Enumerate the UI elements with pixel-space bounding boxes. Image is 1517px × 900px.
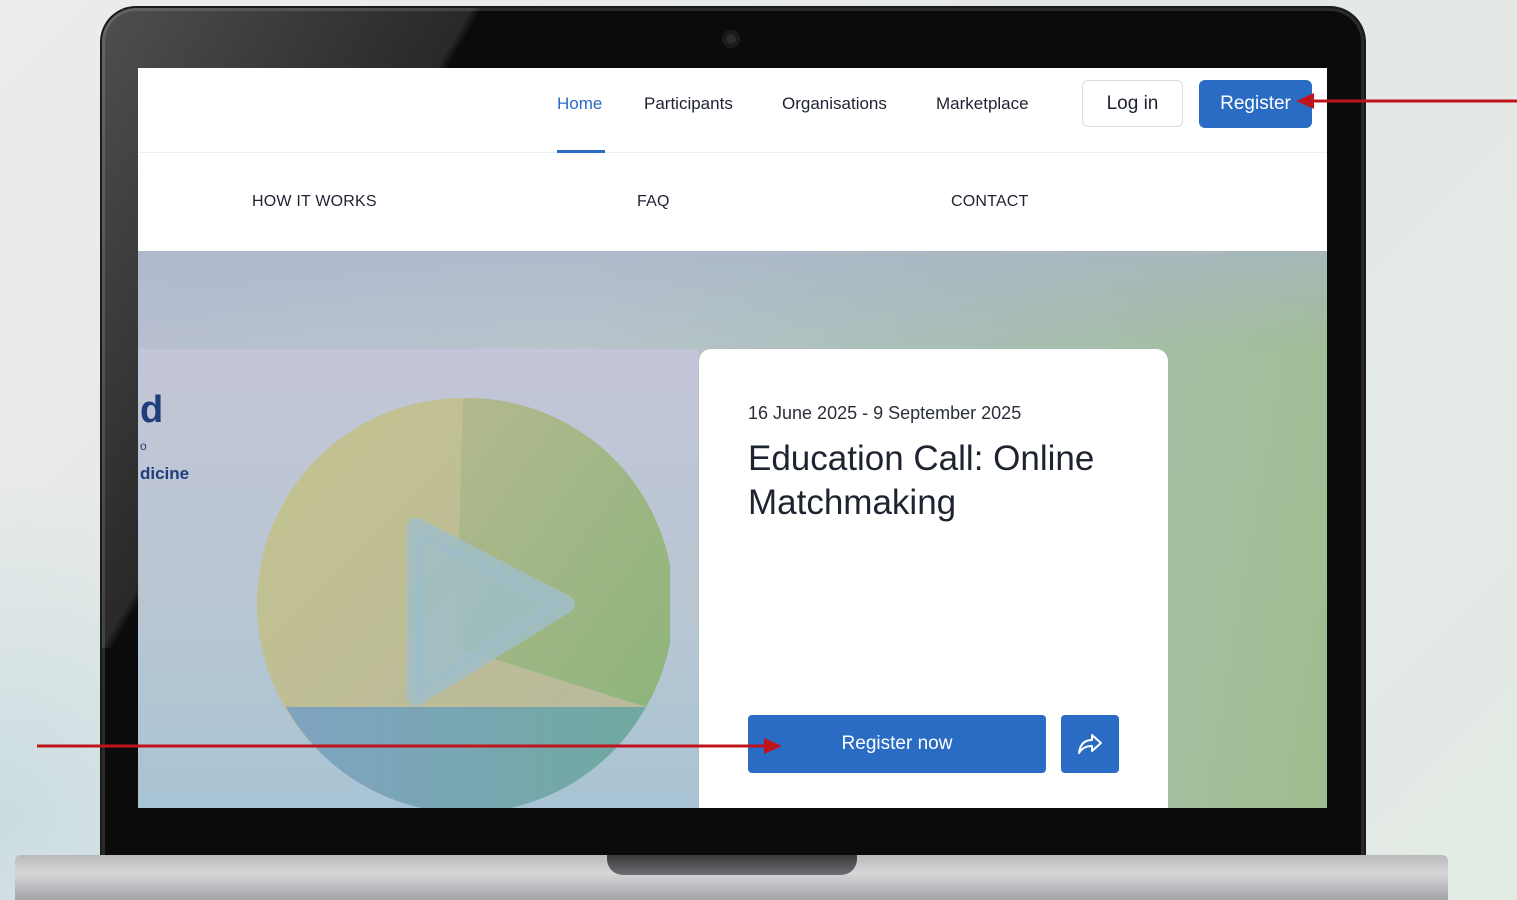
event-date-range: 16 June 2025 - 9 September 2025: [748, 403, 1022, 423]
laptop-lid: Home Participants Organisations Marketpl…: [102, 8, 1364, 868]
subnav-contact[interactable]: CONTACT: [951, 193, 1029, 211]
sub-navigation: HOW IT WORKS FAQ CONTACT: [138, 153, 1327, 251]
top-navigation: Home Participants Organisations Marketpl…: [138, 68, 1327, 153]
event-card: 16 June 2025 - 9 September 2025 Educatio…: [699, 349, 1168, 808]
event-title: Education Call: Online Matchmaking: [748, 439, 1095, 522]
laptop-hinge-notch: [607, 855, 857, 875]
camera-icon: [722, 30, 740, 48]
subnav-how-it-works[interactable]: HOW IT WORKS: [252, 193, 377, 211]
video-play-icon[interactable]: [256, 397, 670, 808]
hero-top-band: [138, 251, 1327, 351]
nav-organisations[interactable]: Organisations: [782, 94, 887, 114]
subnav-faq[interactable]: FAQ: [637, 193, 670, 211]
hero-section: d o dicine 16 June 2025 - 9 September 20…: [138, 251, 1327, 808]
login-button[interactable]: Log in: [1082, 80, 1183, 127]
register-button[interactable]: Register: [1199, 80, 1312, 128]
hero-tagline-fragment: dicine: [140, 464, 190, 483]
share-icon: [1078, 734, 1102, 754]
share-button[interactable]: [1061, 715, 1119, 773]
nav-participants[interactable]: Participants: [644, 94, 733, 114]
register-now-button[interactable]: Register now: [748, 715, 1046, 773]
hero-subtext-fragment: o: [140, 439, 147, 453]
nav-marketplace[interactable]: Marketplace: [936, 94, 1029, 114]
nav-home[interactable]: Home: [557, 94, 602, 114]
hero-heading-fragment: d: [140, 389, 164, 431]
website-screen: Home Participants Organisations Marketpl…: [138, 68, 1327, 808]
